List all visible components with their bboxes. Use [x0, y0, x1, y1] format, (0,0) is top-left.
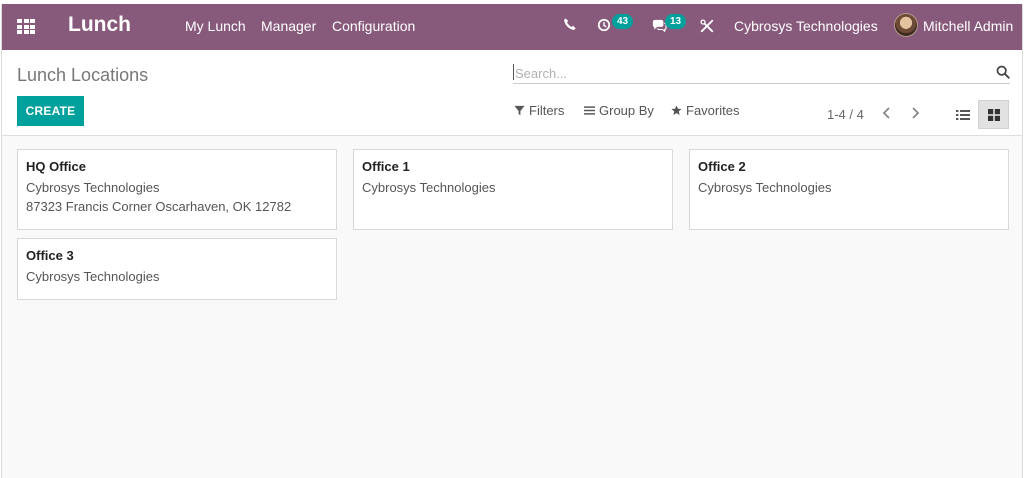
app-title[interactable]: Lunch [68, 13, 131, 37]
funnel-icon [514, 105, 525, 116]
app-frame: Lunch My Lunch Manager Configuration 43 … [1, 4, 1023, 478]
chevron-right-icon[interactable] [908, 106, 922, 120]
kanban-card-office-2[interactable]: Office 2 Cybrosys Technologies [689, 149, 1009, 230]
activity-count-badge: 43 [612, 14, 634, 29]
breadcrumb: Lunch Locations [17, 65, 149, 85]
filters-label: Filters [529, 103, 565, 118]
favorites-button[interactable]: Favorites [671, 103, 739, 118]
menu-configuration[interactable]: Configuration [332, 18, 415, 34]
card-title: Office 3 [26, 248, 74, 263]
kanban-card-office-3[interactable]: Office 3 Cybrosys Technologies [17, 238, 337, 300]
pager-value[interactable]: 1-4 / 4 [827, 107, 864, 122]
menu-my-lunch[interactable]: My Lunch [185, 18, 246, 34]
card-title: Office 2 [698, 159, 746, 174]
kanban-view: HQ Office Cybrosys Technologies 87323 Fr… [2, 136, 1022, 478]
kanban-card-hq-office[interactable]: HQ Office Cybrosys Technologies 87323 Fr… [17, 149, 337, 230]
group-by-label: Group By [599, 103, 654, 118]
kanban-view-icon [987, 108, 1000, 121]
card-company: Cybrosys Technologies [26, 180, 160, 195]
card-title: Office 1 [362, 159, 410, 174]
company-switcher[interactable]: Cybrosys Technologies [734, 18, 878, 34]
kanban-card-office-1[interactable]: Office 1 Cybrosys Technologies [353, 149, 673, 230]
card-address: 87323 Francis Corner Oscarhaven, OK 1278… [26, 199, 292, 214]
clock-icon[interactable] [597, 18, 611, 32]
card-company: Cybrosys Technologies [698, 180, 832, 195]
bars-icon [584, 106, 595, 115]
search-icon[interactable] [996, 65, 1010, 79]
card-title: HQ Office [26, 159, 86, 174]
text-caret [513, 64, 514, 80]
chevron-left-icon[interactable] [880, 106, 894, 120]
top-navbar: Lunch My Lunch Manager Configuration 43 … [2, 4, 1022, 50]
search-input[interactable] [515, 63, 985, 83]
control-panel: Lunch Locations CREATE Filters Group By [2, 50, 1022, 136]
list-view-icon [955, 109, 970, 120]
avatar[interactable] [894, 13, 918, 37]
card-company: Cybrosys Technologies [26, 269, 160, 284]
card-company: Cybrosys Technologies [362, 180, 496, 195]
user-menu[interactable]: Mitchell Admin [923, 18, 1013, 34]
favorites-label: Favorites [686, 103, 740, 118]
phone-icon[interactable] [563, 17, 577, 31]
group-by-button[interactable]: Group By [584, 103, 654, 118]
search-bar [513, 62, 1010, 84]
message-count-badge: 13 [665, 14, 687, 29]
tools-icon[interactable] [700, 19, 714, 33]
filters-button[interactable]: Filters [514, 103, 564, 118]
star-icon [671, 105, 682, 115]
list-view-button[interactable] [947, 100, 978, 129]
menu-manager[interactable]: Manager [261, 18, 316, 34]
kanban-view-button[interactable] [978, 100, 1009, 129]
apps-grid-icon[interactable] [17, 19, 35, 34]
create-button[interactable]: CREATE [17, 96, 84, 126]
